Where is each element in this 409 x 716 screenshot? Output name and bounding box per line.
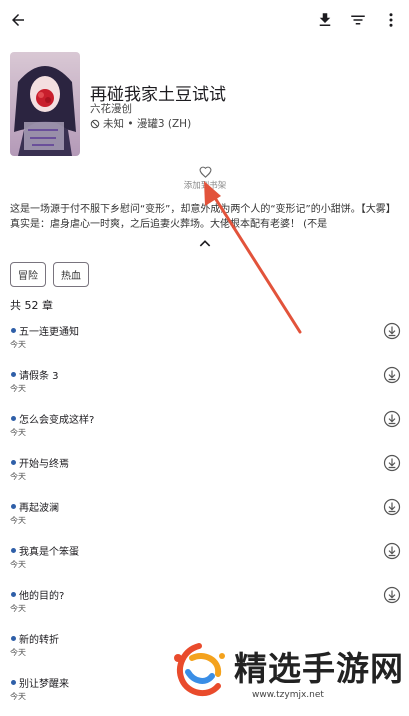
tag-chip[interactable]: 热血 <box>53 262 89 287</box>
collapse-description-button[interactable] <box>198 233 212 252</box>
filter-button[interactable] <box>346 8 370 32</box>
chapter-date: 今天 <box>10 604 26 613</box>
chapter-row[interactable]: 五一连更通知 今天 <box>0 320 409 364</box>
chevron-up-icon <box>199 240 211 247</box>
download-circle-icon[interactable] <box>383 322 401 340</box>
unread-dot <box>11 328 16 333</box>
unread-dot <box>11 636 16 641</box>
chapter-title: 他的目的? <box>19 591 65 602</box>
chapter-title: 请假条 3 <box>19 371 59 382</box>
download-button[interactable] <box>313 8 337 32</box>
chapter-date: 今天 <box>10 472 26 481</box>
more-options-button[interactable] <box>379 8 403 32</box>
watermark-url: www.tzymjx.net <box>252 690 324 700</box>
add-to-library-label: 添加到书架 <box>183 181 227 191</box>
unread-dot <box>11 416 16 421</box>
tag-chip[interactable]: 冒险 <box>10 262 46 287</box>
download-circle-icon[interactable] <box>383 542 401 560</box>
chapter-row[interactable]: 开始与终焉 今天 <box>0 452 409 496</box>
chapter-row[interactable]: 再起波澜 今天 <box>0 496 409 540</box>
download-icon <box>319 13 331 26</box>
add-to-library-button[interactable]: 添加到书架 <box>180 166 230 191</box>
manga-cover[interactable] <box>10 52 80 156</box>
download-circle-icon[interactable] <box>383 366 401 384</box>
download-circle-icon[interactable] <box>383 410 401 428</box>
chapter-date: 今天 <box>10 692 26 701</box>
unread-dot <box>11 372 16 377</box>
unread-dot <box>11 504 16 509</box>
genre-tags: 冒险 热血 <box>10 262 89 287</box>
heart-outline-icon <box>199 166 211 178</box>
chapter-date: 今天 <box>10 648 26 657</box>
watermark: 精选手游网 www.tzymjx.net <box>160 632 409 710</box>
chapter-title: 再起波澜 <box>19 503 59 514</box>
manga-status: 未知 • 漫罐3 (ZH) <box>90 116 191 131</box>
watermark-title: 精选手游网 <box>234 649 404 688</box>
filter-icon <box>351 15 365 25</box>
unread-dot <box>11 460 16 465</box>
chapter-date: 今天 <box>10 428 26 437</box>
chapter-row[interactable]: 我真是个笨蛋 今天 <box>0 540 409 584</box>
chapter-title: 新的转折 <box>19 635 59 646</box>
download-circle-icon[interactable] <box>383 586 401 604</box>
chapter-row[interactable]: 请假条 3 今天 <box>0 364 409 408</box>
chapter-title: 别让梦醒来 <box>19 679 69 690</box>
download-circle-icon[interactable] <box>383 454 401 472</box>
block-icon <box>90 119 100 128</box>
unread-dot <box>11 548 16 553</box>
chapter-title: 我真是个笨蛋 <box>19 547 79 558</box>
arrow-left-icon <box>12 14 24 26</box>
chapter-date: 今天 <box>10 560 26 569</box>
back-button[interactable] <box>6 8 30 32</box>
unread-dot <box>11 680 16 685</box>
chapter-date: 今天 <box>10 340 26 349</box>
manga-description[interactable]: 这是一场源于付不服下乡慰问“变形”，却意外成为两个人的“变形记”的小甜饼。【大雾… <box>10 202 400 232</box>
watermark-logo <box>174 643 225 697</box>
cover-image <box>10 52 80 156</box>
more-vertical-icon <box>389 13 393 27</box>
chapter-date: 今天 <box>10 516 26 525</box>
manga-author: 六花漫创 <box>90 103 132 115</box>
unread-dot <box>11 592 16 597</box>
chapter-title: 怎么会变成这样? <box>19 415 95 426</box>
chapter-title: 五一连更通知 <box>19 327 79 338</box>
chapter-row[interactable]: 怎么会变成这样? 今天 <box>0 408 409 452</box>
chapter-date: 今天 <box>10 384 26 393</box>
status-text: 未知 • 漫罐3 (ZH) <box>103 118 192 130</box>
chapter-title: 开始与终焉 <box>19 459 69 470</box>
top-app-bar <box>0 0 409 40</box>
chapter-count: 共 52 章 <box>10 299 53 312</box>
download-circle-icon[interactable] <box>383 498 401 516</box>
chapter-row[interactable]: 他的目的? 今天 <box>0 584 409 628</box>
